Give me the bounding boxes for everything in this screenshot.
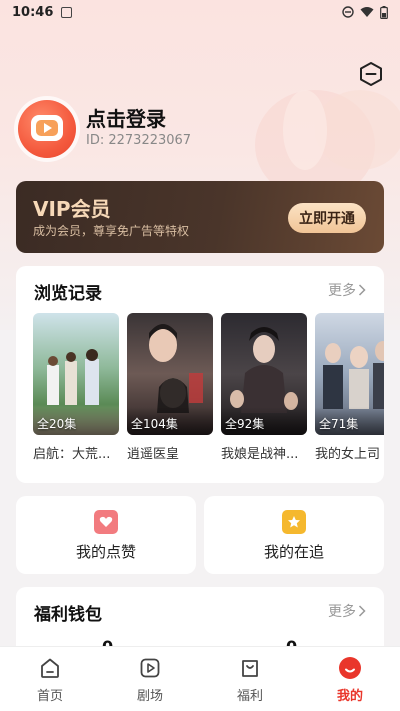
episode-count: 全71集 (319, 417, 359, 431)
vip-activate-button[interactable]: 立即开通 (288, 203, 366, 233)
play-logo-icon (31, 115, 63, 141)
chevron-right-icon (358, 284, 366, 296)
history-title: 浏览记录 (34, 284, 102, 304)
history-more-label: 更多 (328, 283, 356, 299)
history-list: 全20集 启航：大荒... 全104集 逍遥医皇 全92集 我娘是战神... 全… (33, 313, 384, 473)
my-following-button[interactable]: 我的在追 (204, 496, 384, 574)
nav-theater[interactable]: 剧场 (100, 647, 200, 711)
vip-subtitle: 成为会员，尊享免广告等特权 (33, 224, 190, 238)
chevron-right-icon (358, 605, 366, 617)
user-id-value: 2273223067 (108, 133, 192, 148)
history-item-title: 逍遥医皇 (127, 447, 180, 462)
theater-icon (138, 656, 162, 680)
history-item-title: 我娘是战神... (221, 447, 299, 462)
user-id-label: ID: (86, 133, 109, 148)
battery-icon (380, 5, 388, 19)
episode-count: 全92集 (225, 417, 265, 431)
my-likes-label: 我的点赞 (75, 543, 136, 561)
heart-folder-icon (94, 510, 118, 534)
vip-title: VIP会员 (33, 197, 111, 221)
history-item[interactable]: 全20集 启航：大荒... (33, 313, 119, 473)
history-card: 浏览记录 更多 全20集 启航：大荒... 全104集 逍遥医皇 全92集 我娘… (16, 266, 384, 483)
welfare-bag-icon (238, 656, 262, 680)
nav-profile-label: 我的 (336, 689, 363, 704)
wallet-title: 福利钱包 (34, 605, 102, 625)
nav-theater-label: 剧场 (136, 689, 163, 704)
status-bar: 10:46 (0, 0, 400, 24)
nav-home-label: 首页 (36, 689, 63, 704)
nav-welfare-label: 福利 (236, 689, 263, 704)
nav-profile[interactable]: 我的 (300, 647, 400, 711)
episode-count: 全20集 (37, 417, 77, 431)
status-icons (342, 5, 388, 19)
poster-thumbnail: 全20集 (33, 313, 119, 435)
user-id: ID: 2273223067 (86, 133, 191, 148)
login-button[interactable]: 点击登录 (86, 103, 166, 132)
do-not-disturb-icon (342, 6, 354, 18)
status-time: 10:46 (12, 4, 54, 20)
vip-card[interactable]: VIP会员 成为会员，尊享免广告等特权 立即开通 (16, 181, 384, 253)
episode-count: 全104集 (131, 417, 178, 431)
my-following-label: 我的在追 (263, 543, 324, 561)
history-more-link[interactable]: 更多 (328, 280, 366, 300)
poster-thumbnail: 全104集 (127, 313, 213, 435)
my-likes-button[interactable]: 我的点赞 (16, 496, 196, 574)
wallet-more-link[interactable]: 更多 (328, 601, 366, 621)
history-item-title: 我的女上司 (315, 447, 381, 462)
wallet-more-label: 更多 (328, 604, 356, 620)
notification-icon (61, 6, 73, 18)
home-icon (38, 656, 62, 680)
nav-welfare[interactable]: 福利 (200, 647, 300, 711)
poster-thumbnail: 全92集 (221, 313, 307, 435)
history-item[interactable]: 全71集 我的女上司 (315, 313, 384, 473)
profile-face-icon (338, 656, 362, 680)
history-item[interactable]: 全104集 逍遥医皇 (127, 313, 213, 473)
poster-thumbnail: 全71集 (315, 313, 384, 435)
nav-home[interactable]: 首页 (0, 647, 100, 711)
avatar[interactable] (18, 100, 76, 158)
history-item[interactable]: 全92集 我娘是战神... (221, 313, 307, 473)
star-folder-icon (282, 510, 306, 534)
history-item-title: 启航：大荒... (33, 447, 111, 462)
wifi-icon (360, 7, 374, 17)
settings-icon[interactable] (358, 61, 384, 87)
bottom-nav: 首页 剧场 福利 我的 (0, 646, 400, 711)
